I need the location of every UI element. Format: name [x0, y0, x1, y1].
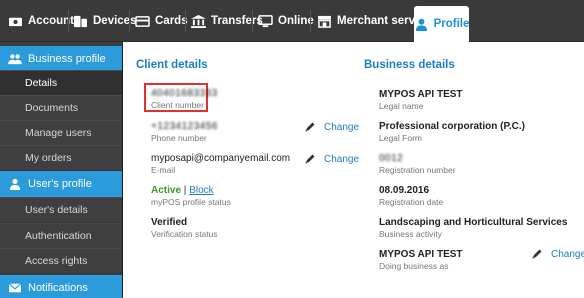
change-email-button[interactable]: Change: [304, 153, 359, 165]
status-separator: |: [183, 185, 187, 196]
transfers-icon: [191, 14, 206, 28]
sidebar-item-label: Documents: [25, 102, 79, 114]
email-field: myposapi@companyemail.com E-mail: [151, 153, 290, 176]
client-number-field: 40401683333 Client number: [151, 88, 218, 111]
nav-divider: [252, 10, 253, 32]
change-dba-button[interactable]: Change: [531, 248, 584, 260]
sidebar-header-label: User's profile: [28, 178, 92, 190]
sidebar-item-authentication[interactable]: Authentication: [0, 223, 123, 249]
sidebar-item-label: Authentication: [25, 230, 92, 242]
tab-cards-label: Cards: [155, 15, 188, 27]
phone-label: Phone number: [151, 133, 207, 143]
doing-business-as-field: MYPOS API TEST Doing business as: [379, 249, 463, 272]
business-activity-value: Landscaping and Horticultural Services: [379, 217, 568, 228]
pencil-icon: [305, 154, 315, 164]
change-phone-label: Change: [324, 121, 360, 133]
sidebar-header-label: Notifications: [28, 282, 88, 294]
change-dba-label: Change: [551, 248, 584, 260]
pencil-icon: [532, 249, 542, 259]
sidebar-item-documents[interactable]: Documents: [0, 95, 123, 121]
nav-divider: [310, 10, 311, 32]
top-navigation: Accounts Devices Cards Transfers Online …: [0, 0, 584, 42]
cards-icon: [135, 15, 150, 27]
merchant-icon: [318, 15, 331, 28]
verification-field: Verified Verification status: [151, 217, 218, 240]
email-value: myposapi@companyemail.com: [151, 153, 291, 164]
envelope-icon: [8, 283, 22, 293]
tab-profile-label: Profile: [433, 18, 470, 30]
registration-date-field: 08.09.2016 Registration date: [379, 185, 443, 208]
sidebar-header-users-profile[interactable]: User's profile: [0, 171, 123, 198]
sidebar-header-business-profile[interactable]: Business profile: [0, 46, 123, 73]
sidebar-divider: [122, 42, 123, 298]
client-details-title: Client details: [136, 59, 208, 71]
nav-divider: [68, 10, 69, 32]
devices-icon: [74, 15, 87, 27]
profile-icon: [415, 18, 427, 31]
sidebar-item-users-details[interactable]: User's details: [0, 197, 123, 223]
tab-online[interactable]: Online: [258, 7, 314, 35]
block-link[interactable]: Block: [189, 185, 213, 196]
doing-business-as-value: MYPOS API TEST: [379, 249, 463, 260]
sidebar-item-label: My orders: [25, 152, 72, 164]
legal-form-field: Professional corporation (P.C.) Legal Fo…: [379, 121, 525, 144]
change-phone-button[interactable]: Change: [304, 121, 359, 133]
online-icon: [258, 14, 273, 27]
registration-number-field: 0012 Registration number: [379, 153, 456, 176]
sidebar-item-label: Details: [25, 77, 58, 89]
tab-online-label: Online: [278, 15, 314, 27]
business-activity-label: Business activity: [379, 229, 442, 239]
tab-accounts[interactable]: Accounts: [8, 7, 80, 35]
registration-date-value: 08.09.2016: [379, 185, 430, 196]
legal-form-value: Professional corporation (P.C.): [379, 121, 525, 132]
registration-date-label: Registration date: [379, 197, 444, 207]
users-group-icon: [8, 54, 22, 65]
registration-number-label: Registration number: [379, 165, 456, 175]
legal-name-label: Legal name: [379, 101, 424, 111]
change-email-label: Change: [324, 153, 360, 165]
user-icon: [9, 178, 21, 190]
status-active-badge: Active: [151, 185, 182, 196]
sidebar-header-label: Business profile: [28, 53, 106, 65]
legal-form-label: Legal Form: [379, 133, 422, 143]
phone-field: +1234123456 Phone number: [151, 121, 218, 144]
profile-status-label: myPOS profile status: [151, 197, 231, 207]
sidebar-item-label: Access rights: [25, 255, 88, 267]
tab-cards[interactable]: Cards: [135, 7, 188, 35]
tab-devices[interactable]: Devices: [73, 7, 136, 35]
verification-label: Verification status: [151, 229, 218, 239]
legal-name-value: MYPOS API TEST: [379, 89, 463, 100]
client-number-value: 40401683333: [151, 88, 218, 99]
tab-transfers-label: Transfers: [211, 15, 263, 27]
registration-number-value: 0012: [379, 153, 404, 164]
doing-business-as-label: Doing business as: [379, 261, 449, 271]
sidebar-item-my-orders[interactable]: My orders: [0, 145, 123, 171]
pencil-icon: [305, 122, 315, 132]
business-details-title: Business details: [364, 59, 455, 71]
sidebar-header-notifications[interactable]: Notifications: [0, 275, 123, 298]
tab-profile[interactable]: Profile: [414, 6, 469, 42]
sidebar-item-access-rights[interactable]: Access rights: [0, 248, 123, 274]
sidebar: Business profile Details Documents Manag…: [0, 42, 123, 298]
sidebar-item-manage-users[interactable]: Manage users: [0, 120, 123, 146]
business-activity-field: Landscaping and Horticultural Services B…: [379, 217, 567, 240]
accounts-icon: [9, 17, 22, 26]
sidebar-item-details[interactable]: Details: [0, 70, 123, 96]
nav-divider: [185, 10, 186, 32]
client-number-label: Client number: [151, 100, 204, 110]
phone-value: +1234123456: [151, 121, 218, 132]
nav-divider: [129, 10, 130, 32]
sidebar-item-label: User's details: [25, 204, 88, 216]
verification-value: Verified: [151, 217, 188, 228]
profile-status-field: Active | Block myPOS profile status: [151, 185, 231, 208]
sidebar-item-label: Manage users: [25, 127, 92, 139]
email-label: E-mail: [151, 165, 176, 175]
legal-name-field: MYPOS API TEST Legal name: [379, 89, 463, 112]
